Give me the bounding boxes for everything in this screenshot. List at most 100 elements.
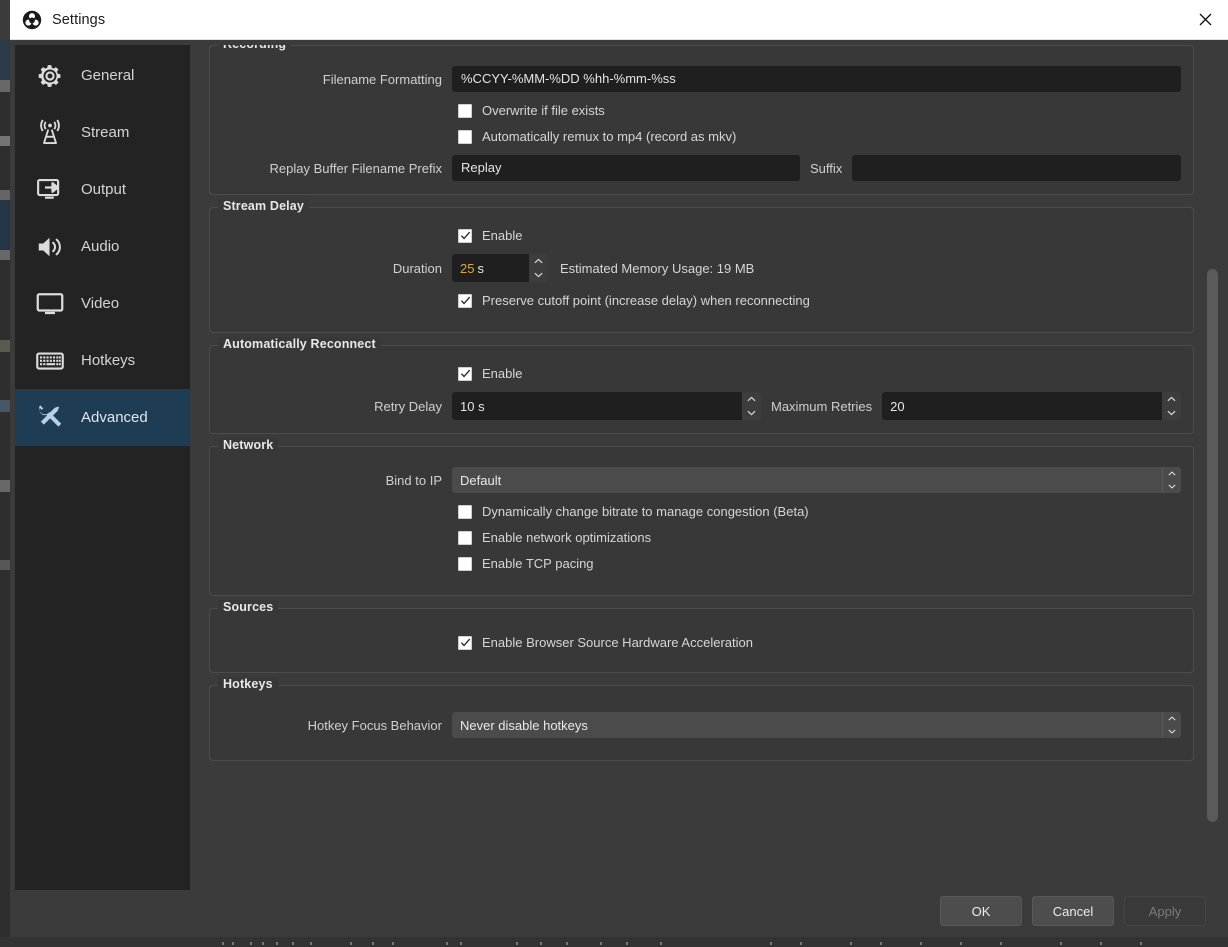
stream-delay-enable-label[interactable]: Enable (482, 228, 522, 243)
row-retry-delay: Retry Delay 10 s Maximum Retries 20 (222, 392, 1182, 420)
row-remux: Automatically remux to mp4 (record as mk… (222, 129, 1181, 144)
row-browser-hwaccel: Enable Browser Source Hardware Accelerat… (222, 635, 1181, 650)
tools-icon (33, 401, 67, 435)
tcp-pacing-checkbox[interactable] (458, 556, 472, 571)
window-body: General Stream Output Audio Video Hotkey… (10, 40, 1228, 937)
sidebar-item-label: General (81, 67, 135, 84)
chevron-down-icon[interactable] (742, 406, 761, 420)
bind-to-ip-value[interactable]: Default (452, 467, 1162, 493)
replay-prefix-input[interactable]: Replay (452, 155, 800, 181)
row-replay-prefix: Replay Buffer Filename Prefix Replay Suf… (222, 155, 1181, 181)
preserve-cutoff-label[interactable]: Preserve cutoff point (increase delay) w… (482, 293, 810, 308)
dynamic-bitrate-checkbox[interactable] (458, 504, 472, 519)
chevron-up-icon[interactable] (742, 392, 761, 406)
stream-delay-enable-checkbox[interactable] (458, 228, 472, 243)
group-title: Network (218, 438, 279, 452)
row-hotkey-focus-behavior: Hotkey Focus Behavior Never disable hotk… (222, 712, 1181, 738)
maximum-retries-value[interactable]: 20 (882, 392, 1163, 420)
content-scrollbar[interactable] (1207, 269, 1218, 822)
window-title: Settings (52, 11, 106, 28)
bind-to-ip-label: Bind to IP (385, 472, 442, 488)
retry-delay-value[interactable]: 10 s (452, 392, 742, 420)
keyboard-icon (33, 344, 67, 378)
group-stream-delay: Stream Delay Enable Duration 25 s Estima… (209, 199, 1194, 333)
sidebar-item-hotkeys[interactable]: Hotkeys (15, 332, 190, 389)
row-filename-formatting: Filename Formatting %CCYY-%MM-%DD %hh-%m… (222, 66, 1181, 92)
duration-label: Duration (392, 260, 442, 276)
background-desktop-left-strip (0, 40, 10, 947)
sidebar-item-video[interactable]: Video (15, 275, 190, 332)
chevron-up-icon[interactable] (1163, 467, 1181, 480)
suffix-label: Suffix (810, 160, 843, 176)
hotkey-focus-behavior-combobox[interactable]: Never disable hotkeys (452, 712, 1181, 738)
duration-spin-buttons[interactable] (529, 254, 548, 282)
maximum-retries-spin-buttons[interactable] (1162, 392, 1182, 420)
overwrite-checkbox[interactable] (458, 103, 472, 118)
row-stream-delay-duration: Duration 25 s Estimated Memory Usage: 19… (222, 254, 1181, 282)
maximum-retries-spinbox[interactable]: 20 (882, 392, 1182, 420)
bind-to-ip-arrows[interactable] (1162, 467, 1181, 493)
dynamic-bitrate-label[interactable]: Dynamically change bitrate to manage con… (482, 504, 809, 519)
filename-formatting-input[interactable]: %CCYY-%MM-%DD %hh-%mm-%ss (452, 66, 1181, 92)
row-preserve-cutoff: Preserve cutoff point (increase delay) w… (222, 293, 1181, 308)
group-title: Automatically Reconnect (218, 337, 381, 351)
row-overwrite: Overwrite if file exists (222, 103, 1181, 118)
hotkey-focus-behavior-arrows[interactable] (1162, 712, 1181, 738)
retry-delay-spin-buttons[interactable] (742, 392, 761, 420)
monitor-icon (33, 287, 67, 321)
gear-icon (33, 59, 67, 93)
sidebar-item-label: Hotkeys (81, 352, 136, 369)
cancel-button[interactable]: Cancel (1032, 896, 1114, 926)
overwrite-label[interactable]: Overwrite if file exists (482, 103, 605, 118)
sidebar-item-label: Audio (81, 238, 120, 255)
auto-remux-label[interactable]: Automatically remux to mp4 (record as mk… (482, 129, 736, 144)
chevron-up-icon[interactable] (1163, 712, 1181, 725)
sidebar-item-audio[interactable]: Audio (15, 218, 190, 275)
group-title: Recording (218, 45, 292, 51)
settings-window: Settings General Stream Output Audio Vid… (10, 0, 1228, 937)
duration-spinbox[interactable]: 25 s (452, 254, 548, 282)
sidebar-item-general[interactable]: General (15, 47, 190, 104)
chevron-up-icon[interactable] (1162, 392, 1181, 406)
filename-formatting-label: Filename Formatting (322, 71, 442, 87)
suffix-input[interactable] (852, 155, 1181, 181)
retry-delay-label: Retry Delay (374, 398, 442, 414)
chevron-up-icon[interactable] (529, 254, 548, 268)
speaker-icon (33, 230, 67, 264)
chevron-down-icon[interactable] (1162, 406, 1181, 420)
group-title: Sources (218, 600, 279, 614)
sidebar-item-stream[interactable]: Stream (15, 104, 190, 161)
duration-number: 25 (460, 260, 475, 276)
tcp-pacing-label[interactable]: Enable TCP pacing (482, 556, 594, 571)
chevron-down-icon[interactable] (1163, 725, 1181, 738)
chevron-down-icon[interactable] (1163, 480, 1181, 493)
sidebar-item-output[interactable]: Output (15, 161, 190, 218)
hotkey-focus-behavior-value[interactable]: Never disable hotkeys (452, 712, 1162, 738)
bind-to-ip-combobox[interactable]: Default (452, 467, 1181, 493)
chevron-down-icon[interactable] (529, 268, 548, 282)
row-dynamic-bitrate: Dynamically change bitrate to manage con… (222, 504, 1181, 519)
row-reconnect-enable: Enable (222, 366, 1181, 381)
network-optimizations-label[interactable]: Enable network optimizations (482, 530, 651, 545)
duration-value[interactable]: 25 s (452, 254, 529, 282)
obs-logo-icon (22, 10, 42, 30)
reconnect-enable-label[interactable]: Enable (482, 366, 522, 381)
auto-remux-checkbox[interactable] (458, 129, 472, 144)
group-recording: Recording Filename Formatting %CCYY-%MM-… (209, 45, 1194, 195)
ok-button[interactable]: OK (940, 896, 1022, 926)
group-title: Hotkeys (218, 677, 278, 691)
preserve-cutoff-checkbox[interactable] (458, 293, 472, 308)
row-tcp-pacing: Enable TCP pacing (222, 556, 1181, 571)
settings-content-pane: Recording Filename Formatting %CCYY-%MM-… (209, 45, 1228, 937)
dialog-button-bar: OK Cancel Apply (940, 896, 1206, 926)
reconnect-enable-checkbox[interactable] (458, 366, 472, 381)
sidebar-item-label: Advanced (81, 409, 148, 426)
scrollbar-thumb[interactable] (1207, 269, 1218, 822)
close-icon[interactable] (1182, 0, 1228, 39)
browser-hwaccel-label[interactable]: Enable Browser Source Hardware Accelerat… (482, 635, 753, 650)
sidebar-item-advanced[interactable]: Advanced (15, 389, 190, 446)
sidebar-item-label: Video (81, 295, 120, 312)
retry-delay-spinbox[interactable]: 10 s (452, 392, 761, 420)
browser-hwaccel-checkbox[interactable] (458, 635, 472, 650)
network-optimizations-checkbox[interactable] (458, 530, 472, 545)
